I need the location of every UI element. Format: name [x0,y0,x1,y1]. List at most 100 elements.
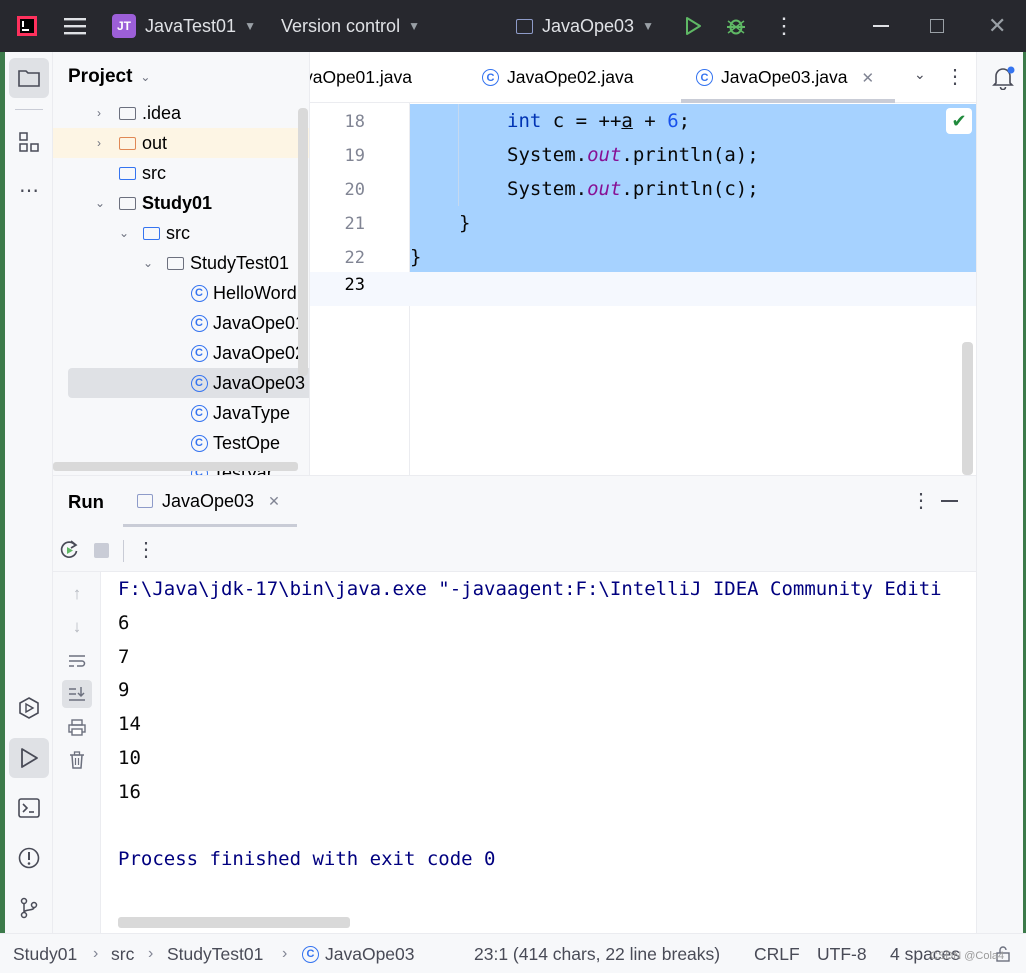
intellij-logo-icon[interactable] [16,0,38,52]
tree-item-out[interactable]: › out [53,128,309,158]
code-line-18[interactable]: int c = ++ a + 6; [410,104,976,138]
code-line-23[interactable] [410,272,976,306]
tree-item-helloword[interactable]: C HelloWord [53,278,309,308]
tree-item-src-root[interactable]: src [53,158,309,188]
code-text: } [459,212,471,234]
code-text: + [632,110,668,132]
print-icon[interactable] [62,713,92,741]
code-text: c = ++ [541,110,622,132]
file-encoding[interactable]: UTF-8 [817,934,867,974]
line-separator[interactable]: CRLF [754,934,800,974]
services-icon [19,697,39,719]
tree-item-javaope01[interactable]: C JavaOpe01 [53,308,309,338]
tab-javaope03[interactable]: C JavaOpe03.java ✕ [696,52,874,103]
structure-tool-button[interactable] [9,122,49,162]
services-tool-button[interactable] [9,688,49,728]
rerun-icon [60,540,78,558]
breadcrumb-package[interactable]: StudyTest01 [167,934,263,974]
left-tool-window-bar: ⋯ [5,52,53,933]
tree-item-study01-src[interactable]: ⌄ src [53,218,309,248]
project-tool-button[interactable] [9,58,49,98]
stop-icon[interactable] [94,543,109,558]
breadcrumb-src[interactable]: src [111,934,134,974]
maximize-button[interactable] [930,0,944,52]
bug-icon [727,19,745,35]
close-window-button[interactable]: ✕ [988,0,1006,52]
run-tab-javaope03[interactable]: JavaOpe03 ✕ [137,476,280,526]
breadcrumb-class[interactable]: C JavaOpe03 [302,934,415,974]
scroll-to-end-icon[interactable] [62,680,92,708]
run-config-selector[interactable]: JavaOpe03 ▼ [516,0,654,52]
trash-icon[interactable] [62,746,92,774]
code-number: 6 [667,110,679,132]
tab-javaope01[interactable]: vaOpe01.java [310,52,412,103]
panel-title: Project [68,66,133,87]
rerun-button[interactable] [58,539,80,566]
breadcrumb-module[interactable]: Study01 [13,934,77,974]
project-panel-title[interactable]: Project ⌄ [68,66,150,88]
project-name: JavaTest01 [145,15,237,36]
code-line-20[interactable]: System. out .println(c); [410,172,976,206]
run-button[interactable] [683,0,703,52]
run-config-label: JavaOpe03 [542,15,635,36]
class-icon: C [190,314,208,332]
class-icon: C [190,434,208,452]
tree-item-javaope02[interactable]: C JavaOpe02 [53,338,309,368]
code-line-22[interactable]: } [410,240,976,274]
notifications-button[interactable] [991,66,1015,95]
run-panel-more-icon[interactable]: ⋮ [911,488,931,513]
arrow-up-icon[interactable]: ↑ [62,580,92,608]
caret-position[interactable]: 23:1 (414 chars, 22 line breaks) [474,934,720,974]
folder-icon [18,70,40,87]
tab-javaope02[interactable]: C JavaOpe02.java [482,52,633,103]
tree-item-studytest01[interactable]: ⌄ StudyTest01 [53,248,309,278]
problems-tool-button[interactable] [9,838,49,878]
git-tool-button[interactable] [9,888,49,928]
editor-vertical-scrollbar[interactable] [962,342,973,475]
project-horizontal-scrollbar[interactable] [53,462,298,471]
inspection-ok-icon[interactable]: ✔ [946,108,972,134]
run-toolbar-more-icon[interactable]: ⋮ [136,537,156,562]
source-folder-icon [142,225,160,241]
tree-item-label: JavaOpe03 [213,372,306,393]
editor-tab-bar: vaOpe01.java C JavaOpe02.java C JavaOpe0… [310,52,976,103]
arrow-down-icon[interactable]: ↓ [62,613,92,641]
run-tool-button[interactable] [9,738,49,778]
main-menu-icon[interactable] [64,0,86,52]
console-horizontal-scrollbar[interactable] [118,917,350,928]
close-tab-icon[interactable]: ✕ [861,69,874,87]
vcs-menu[interactable]: Version control ▼ [281,0,420,52]
more-tools-icon[interactable]: ⋯ [9,170,49,210]
tree-item-study01[interactable]: ⌄ Study01 [53,188,309,218]
code-line-21[interactable]: } [410,206,976,240]
run-icon [686,17,701,35]
chevron-right-icon: › [93,945,99,962]
code-text: System. [507,178,588,200]
status-bar: Study01 › src › StudyTest01 › C JavaOpe0… [0,933,1026,973]
tree-item-testope[interactable]: C TestOpe [53,428,309,458]
console-output[interactable]: F:\Java\jdk-17\bin\java.exe "-javaagent:… [102,572,976,934]
minimize-panel-icon[interactable] [941,500,958,502]
tree-item-javaope03[interactable]: C JavaOpe03 [68,368,309,398]
code-line-19[interactable]: System. out .println(a); [410,138,976,172]
chevron-down-icon: ⌄ [95,196,106,210]
debug-button[interactable] [725,0,747,52]
terminal-tool-button[interactable] [9,788,49,828]
editor-panel: vaOpe01.java C JavaOpe02.java C JavaOpe0… [310,52,976,475]
run-config-icon [137,494,153,508]
more-actions-icon[interactable]: ⋮ [773,0,795,52]
console-line-command: F:\Java\jdk-17\bin\java.exe "-javaagent:… [118,578,942,600]
soft-wrap-icon[interactable] [62,647,92,675]
project-vertical-scrollbar[interactable] [298,108,308,376]
tree-item-javatype[interactable]: C JavaType [53,398,309,428]
project-selector[interactable]: JT JavaTest01 ▼ [112,0,256,52]
close-tab-icon[interactable]: ✕ [268,493,280,510]
class-icon: C [696,69,713,86]
right-tool-window-bar [976,52,1023,933]
tab-list-chevron-icon[interactable]: ⌄ [914,66,926,83]
minimize-button[interactable] [873,0,889,52]
console-side-toolbar: ↑ ↓ [53,572,101,934]
tab-more-icon[interactable]: ⋮ [945,64,965,89]
tree-item-idea[interactable]: › .idea [53,98,309,128]
run-icon [21,748,38,768]
